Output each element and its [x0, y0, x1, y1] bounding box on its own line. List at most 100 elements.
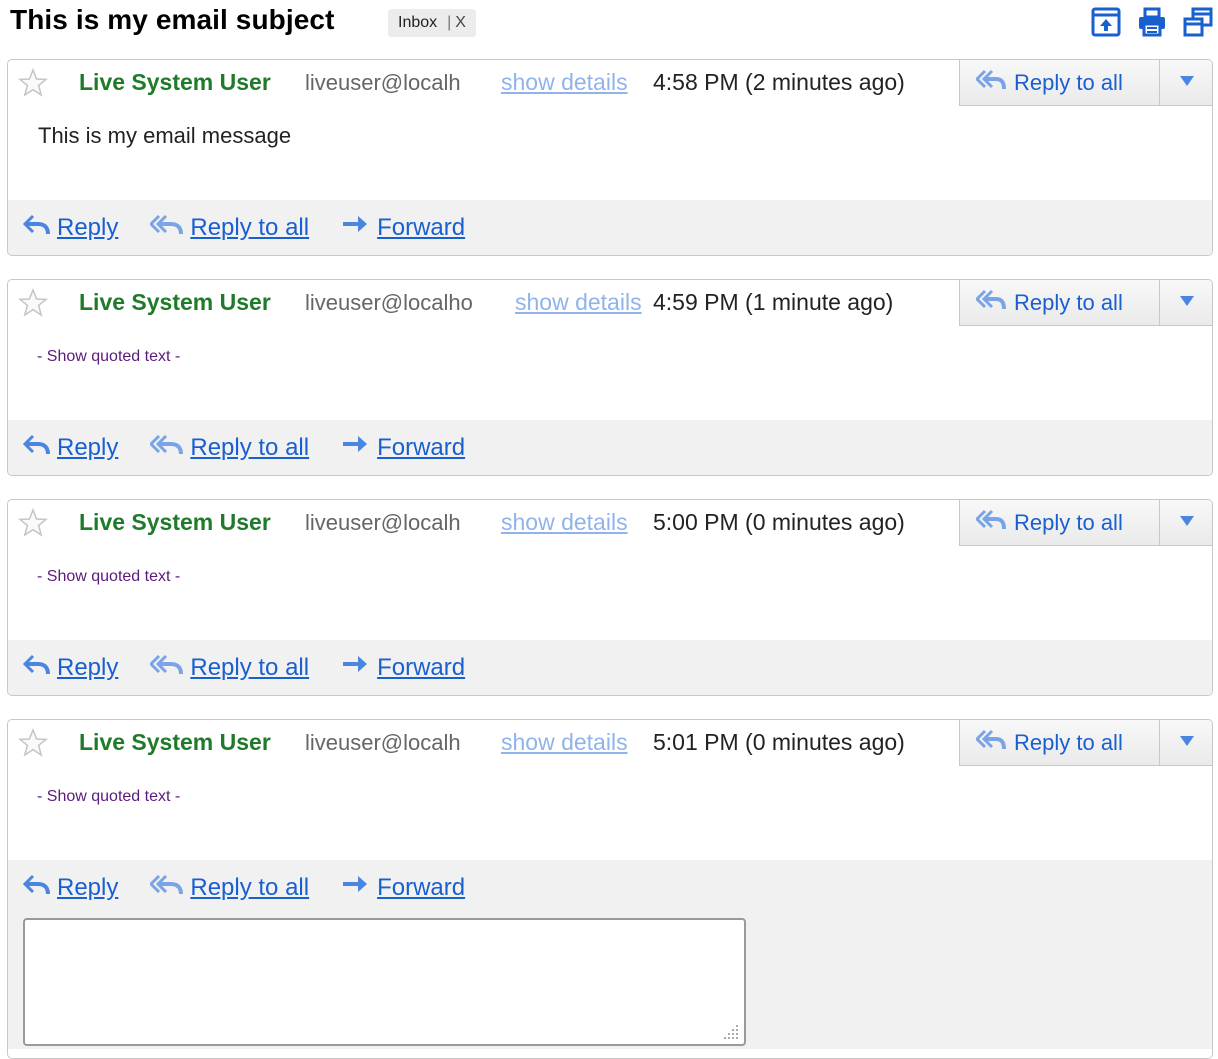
show-details-link[interactable]: show details: [501, 509, 628, 536]
message-header: Live System User liveuser@localho show d…: [8, 280, 1212, 420]
star-icon[interactable]: [17, 67, 49, 103]
reply-all-icon: [149, 653, 184, 682]
reply-all-icon: [149, 873, 184, 902]
message-header: Live System User liveuser@localh show de…: [8, 500, 1212, 640]
forward-link[interactable]: Forward: [377, 874, 465, 902]
message-header: Live System User liveuser@localh show de…: [8, 60, 1212, 200]
message-card: Live System User liveuser@localh show de…: [7, 719, 1213, 1059]
reply-to-all-label: Reply to all: [1014, 509, 1123, 535]
new-window-icon[interactable]: [1182, 6, 1214, 38]
message-time: 4:59 PM (1 minute ago): [653, 289, 894, 315]
reply-action[interactable]: Reply: [22, 213, 118, 242]
star-icon[interactable]: [17, 287, 49, 323]
reply-to-all-label: Reply to all: [1014, 289, 1123, 315]
more-actions-dropdown[interactable]: [1159, 500, 1212, 546]
reply-to-all-label: Reply to all: [1014, 69, 1123, 95]
forward-icon: [341, 213, 371, 242]
show-quoted-text-link[interactable]: - Show quoted text -: [37, 568, 180, 586]
forward-action[interactable]: Forward: [341, 213, 465, 242]
sender-email: liveuser@localho: [305, 290, 473, 315]
reply-all-icon: [149, 433, 184, 462]
thread-header: This is my email subject Inbox | X: [0, 0, 1218, 48]
forward-link[interactable]: Forward: [377, 654, 465, 682]
reply-textarea[interactable]: [23, 918, 746, 1046]
reply-all-icon: [974, 288, 1006, 317]
caret-down-icon: [1179, 294, 1195, 312]
message-card: Live System User liveuser@localho show d…: [7, 279, 1213, 476]
forward-action[interactable]: Forward: [341, 433, 465, 462]
sender-name[interactable]: Live System User: [79, 509, 271, 536]
reply-to-all-button[interactable]: Reply to all: [959, 280, 1159, 326]
archive-icon[interactable]: [1090, 6, 1122, 38]
more-actions-dropdown[interactable]: [1159, 280, 1212, 326]
reply-link[interactable]: Reply: [57, 434, 118, 462]
reply-link[interactable]: Reply: [57, 654, 118, 682]
show-details-link[interactable]: show details: [515, 289, 642, 316]
show-quoted-text-link[interactable]: - Show quoted text -: [37, 788, 180, 806]
sender-email: liveuser@localh: [305, 70, 461, 95]
forward-icon: [341, 433, 371, 462]
reply-all-icon: [149, 213, 184, 242]
sender-email: liveuser@localh: [305, 510, 461, 535]
reply-action[interactable]: Reply: [22, 653, 118, 682]
sender-name[interactable]: Live System User: [79, 69, 271, 96]
forward-link[interactable]: Forward: [377, 214, 465, 242]
more-actions-dropdown[interactable]: [1159, 60, 1212, 106]
show-details-link[interactable]: show details: [501, 69, 628, 96]
reply-all-action[interactable]: Reply to all: [149, 433, 309, 462]
resize-grip-icon[interactable]: [718, 1019, 740, 1046]
reply-all-link[interactable]: Reply to all: [190, 434, 309, 462]
thread-subject: This is my email subject: [10, 4, 335, 35]
forward-link[interactable]: Forward: [377, 434, 465, 462]
message-time: 5:00 PM (0 minutes ago): [653, 509, 905, 535]
show-details-link[interactable]: show details: [501, 729, 628, 756]
more-actions-dropdown[interactable]: [1159, 720, 1212, 766]
reply-icon: [22, 873, 51, 902]
star-icon[interactable]: [17, 507, 49, 543]
reply-all-action[interactable]: Reply to all: [149, 213, 309, 242]
forward-action[interactable]: Forward: [341, 653, 465, 682]
reply-all-icon: [974, 508, 1006, 537]
sender-email: liveuser@localh: [305, 730, 461, 755]
caret-down-icon: [1179, 734, 1195, 752]
print-icon[interactable]: [1136, 6, 1168, 38]
message-header: Live System User liveuser@localh show de…: [8, 720, 1212, 860]
reply-action[interactable]: Reply: [22, 873, 118, 902]
reply-to-all-label: Reply to all: [1014, 729, 1123, 755]
reply-icon: [22, 433, 51, 462]
message-time: 5:01 PM (0 minutes ago): [653, 729, 905, 755]
sender-name[interactable]: Live System User: [79, 729, 271, 756]
inline-compose: [8, 915, 1212, 1049]
reply-all-link[interactable]: Reply to all: [190, 214, 309, 242]
header-icons: [1090, 6, 1214, 38]
reply-link[interactable]: Reply: [57, 214, 118, 242]
reply-icon: [22, 653, 51, 682]
reply-all-icon: [974, 68, 1006, 97]
reply-action[interactable]: Reply: [22, 433, 118, 462]
reply-to-all-button[interactable]: Reply to all: [959, 500, 1159, 546]
label-chip: Inbox | X: [388, 9, 476, 37]
reply-all-icon: [974, 728, 1006, 757]
remove-label-button[interactable]: X: [455, 14, 466, 32]
sender-name[interactable]: Live System User: [79, 289, 271, 316]
reply-all-link[interactable]: Reply to all: [190, 654, 309, 682]
caret-down-icon: [1179, 74, 1195, 92]
message-actions: Reply Reply to all Forward: [8, 420, 1212, 475]
message-card: Live System User liveuser@localh show de…: [7, 499, 1213, 696]
label-separator: |: [447, 14, 452, 31]
reply-link[interactable]: Reply: [57, 874, 118, 902]
forward-action[interactable]: Forward: [341, 873, 465, 902]
reply-all-link[interactable]: Reply to all: [190, 874, 309, 902]
reply-all-action[interactable]: Reply to all: [149, 653, 309, 682]
reply-to-all-button[interactable]: Reply to all: [959, 720, 1159, 766]
message-time: 4:58 PM (2 minutes ago): [653, 69, 905, 95]
label-name[interactable]: Inbox: [398, 14, 437, 32]
star-icon[interactable]: [17, 727, 49, 763]
message-actions: Reply Reply to all Forward: [8, 640, 1212, 695]
reply-icon: [22, 213, 51, 242]
message-card: Live System User liveuser@localh show de…: [7, 59, 1213, 256]
show-quoted-text-link[interactable]: - Show quoted text -: [37, 348, 180, 366]
reply-to-all-button[interactable]: Reply to all: [959, 60, 1159, 106]
caret-down-icon: [1179, 514, 1195, 532]
reply-all-action[interactable]: Reply to all: [149, 873, 309, 902]
